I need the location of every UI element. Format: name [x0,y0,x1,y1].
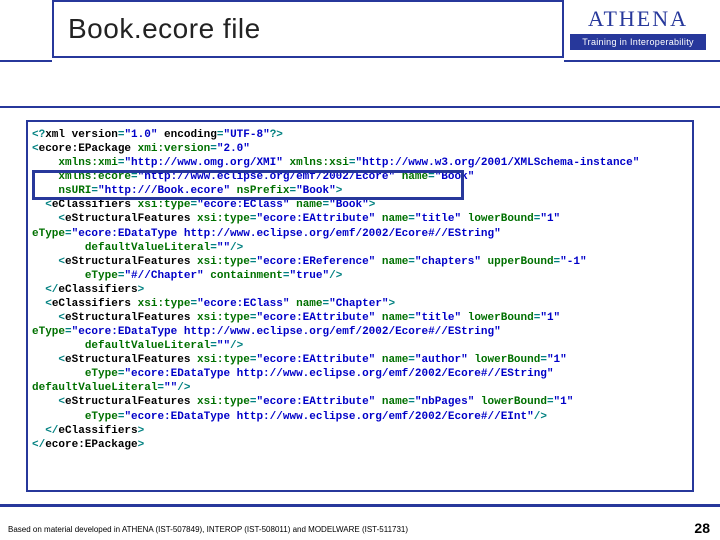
slide-header: Book.ecore file ATHENA Training in Inter… [0,0,720,108]
logo-subtitle: Training in Interoperability [570,34,706,50]
slide: Book.ecore file ATHENA Training in Inter… [0,0,720,540]
footer-credit: Based on material developed in ATHENA (I… [8,525,408,534]
slide-footer: Based on material developed in ATHENA (I… [0,504,720,540]
page-number: 28 [694,520,710,536]
code-box: <?xml version="1.0" encoding="UTF-8"?> <… [26,120,694,492]
title-bar: Book.ecore file [52,0,564,58]
slide-title: Book.ecore file [68,13,261,45]
header-divider [0,60,720,62]
logo-text: ATHENA [570,6,706,32]
code-content: <?xml version="1.0" encoding="UTF-8"?> <… [32,128,688,452]
athena-logo: ATHENA Training in Interoperability [570,6,706,50]
footer-divider [0,504,720,507]
